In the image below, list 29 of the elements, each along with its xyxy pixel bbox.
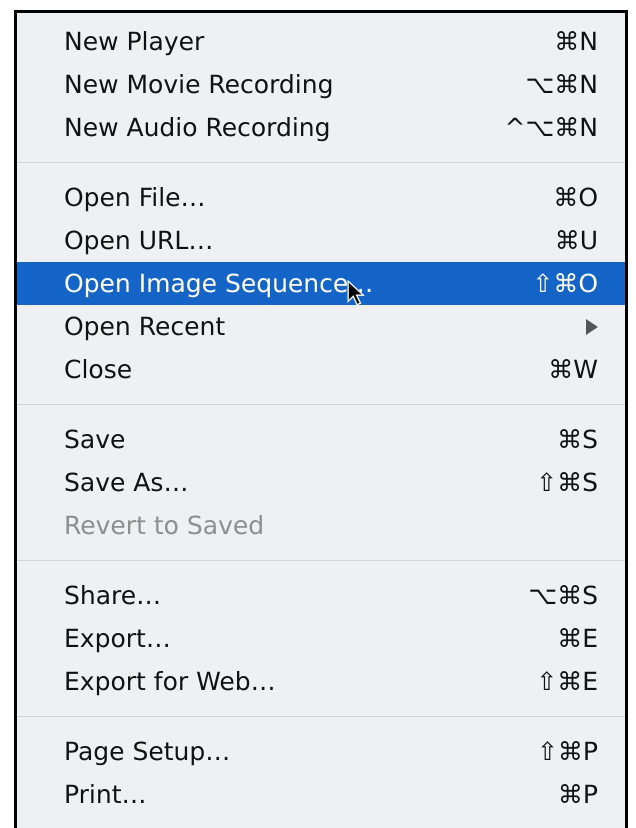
shortcut-text: ⇧⌘E [536,667,598,696]
shortcut-text: ⇧⌘O [532,269,598,298]
menu-item[interactable]: Open Image Sequence… ⇧⌘O [17,262,625,305]
menu-item[interactable]: Export for Web… ⇧⌘E [17,660,625,703]
shortcut-text: ⌥⌘N [525,70,598,99]
menu-item[interactable]: Print… ⌘P [17,773,625,816]
shortcut-text: ⌘E [557,624,598,653]
shortcut-text: ⇧⌘P [536,737,598,766]
shortcut-text: ⌘O [553,183,598,212]
shortcut-text: ⌘P [558,780,598,809]
shortcut-text: ⌘S [557,425,598,454]
menu-item[interactable]: New Audio Recording ^⌥⌘N [17,106,625,149]
menu-item[interactable]: Share… ⌥⌘S [17,574,625,617]
menu-item[interactable]: Export… ⌘E [17,617,625,660]
menu-item[interactable]: Open URL… ⌘U [17,219,625,262]
menu-item[interactable]: Open Recent [17,305,625,348]
shortcut-text: ⇧⌘S [536,468,598,497]
shortcut-text: ⌘W [548,355,598,384]
menu-item[interactable]: Save As… ⇧⌘S [17,461,625,504]
menu-item[interactable]: New Movie Recording ⌥⌘N [17,63,625,106]
menu-item[interactable]: Close ⌘W [17,348,625,391]
shortcut-text: ⌘N [554,27,598,56]
shortcut-text: ⌥⌘S [528,581,598,610]
menu-item[interactable]: New Player ⌘N [17,20,625,63]
shortcut-text: ⌘U [554,226,598,255]
shortcut-text: ^⌥⌘N [504,113,598,142]
menu-item[interactable]: Save ⌘S [17,418,625,461]
menu-item[interactable]: Page Setup… ⇧⌘P [17,730,625,773]
menu-item[interactable]: Open File… ⌘O [17,176,625,219]
